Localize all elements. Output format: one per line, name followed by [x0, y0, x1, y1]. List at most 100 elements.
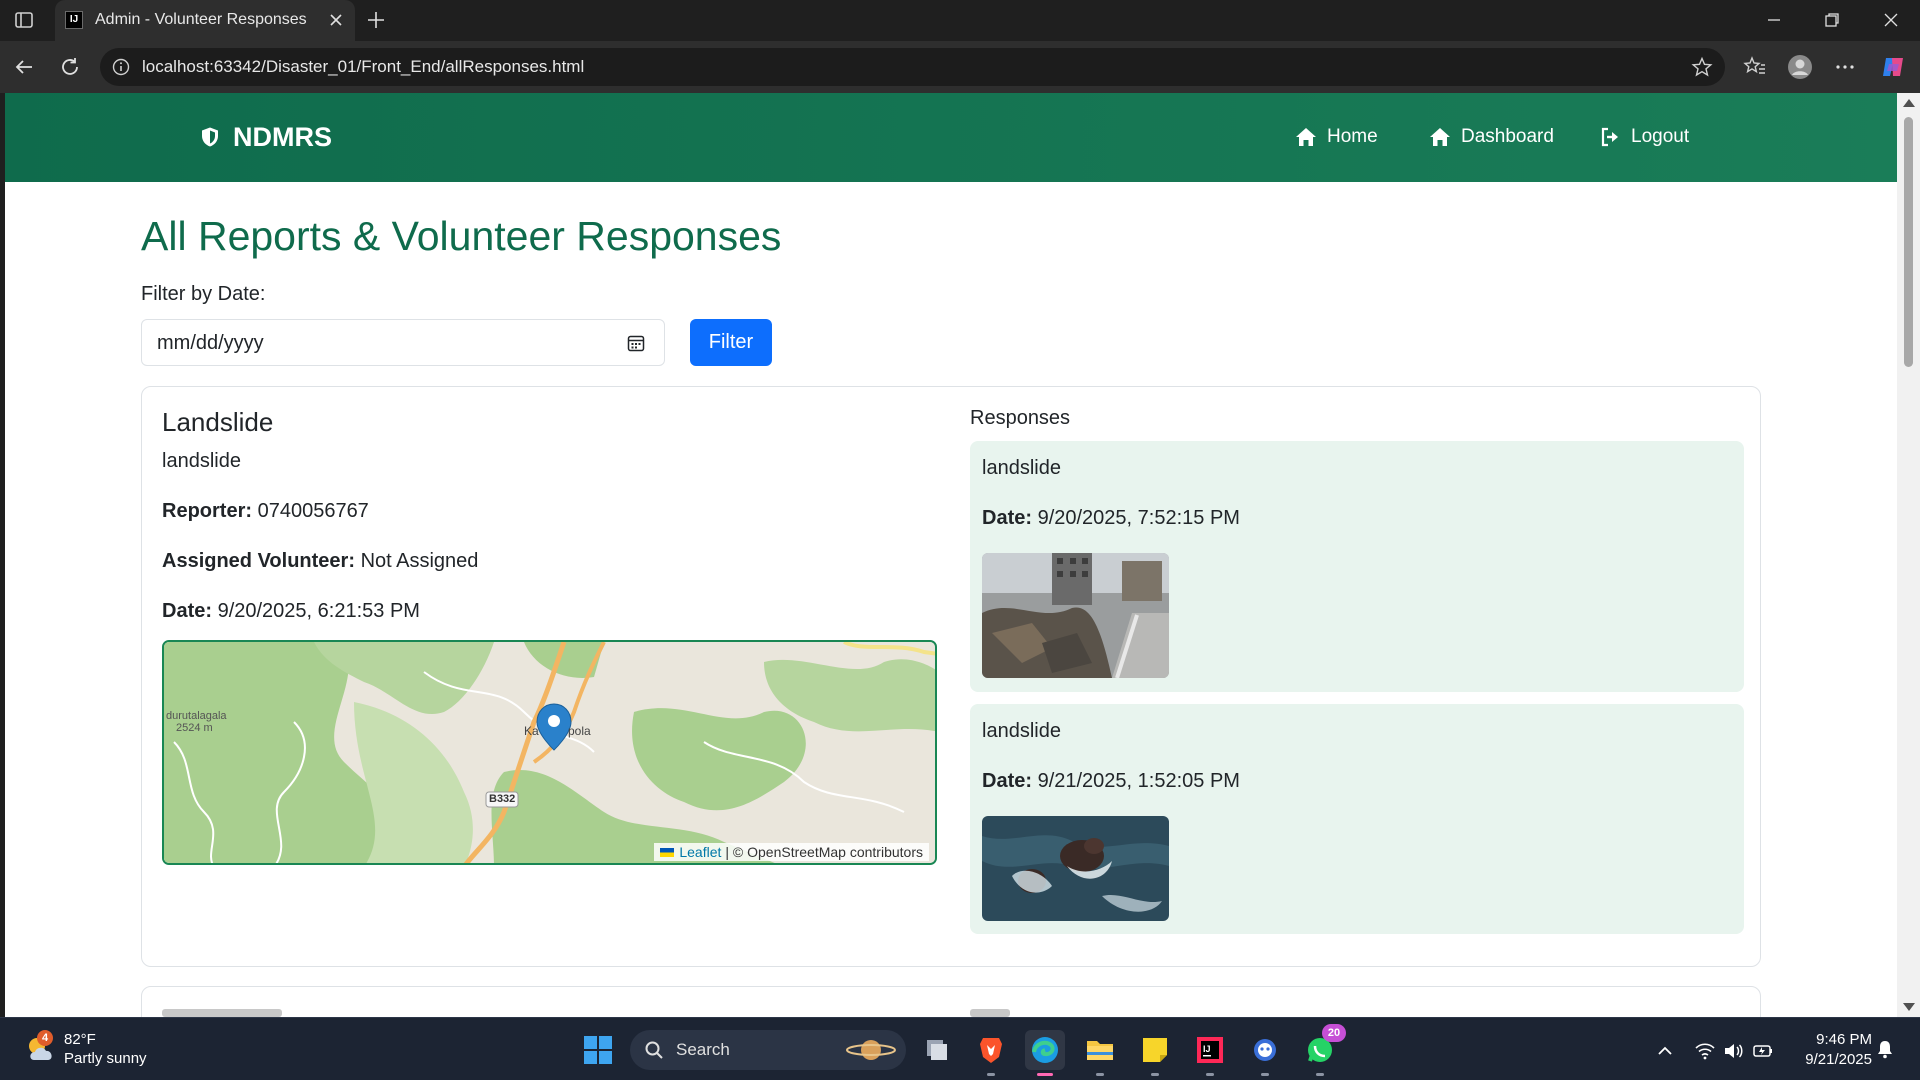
brave-browser-icon [980, 1038, 1002, 1063]
leaflet-link[interactable]: Leaflet [679, 844, 721, 860]
minimize-icon[interactable] [1764, 10, 1784, 30]
battery-icon[interactable] [1752, 1040, 1774, 1062]
rocks-in-sea-photo[interactable] [982, 816, 1169, 921]
wifi-icon[interactable] [1694, 1040, 1716, 1062]
volume-icon[interactable] [1722, 1040, 1744, 1062]
favorite-star-icon[interactable] [1691, 56, 1713, 78]
report-title-partial [162, 1009, 282, 1017]
url-text: localhost:63342/Disaster_01/Front_End/al… [142, 57, 585, 76]
site-navbar: NDMRS Home Dashboard Logout [5, 93, 1897, 182]
page-scrollbar[interactable] [1897, 93, 1920, 1017]
responses-heading: Responses [970, 407, 1071, 429]
map-attribution: Leaflet | © OpenStreetMap contributors [654, 843, 929, 861]
scroll-down-icon[interactable] [1903, 1003, 1915, 1011]
site-info-icon[interactable] [112, 58, 130, 76]
nav-link-dashboard[interactable]: Dashboard [1429, 125, 1554, 149]
new-tab-icon[interactable] [365, 9, 387, 31]
nav-link-label: Logout [1631, 126, 1690, 147]
intellij-favicon-icon: IJ [65, 11, 83, 29]
edge-browser-icon [1032, 1037, 1058, 1063]
profile-avatar-icon[interactable] [1787, 54, 1813, 80]
running-indicator [1261, 1073, 1269, 1076]
edge-app[interactable] [1025, 1030, 1065, 1076]
brave-app[interactable] [971, 1030, 1011, 1076]
filter-button[interactable]: Filter [690, 319, 772, 366]
clock-time: 9:46 PM [1816, 1031, 1872, 1048]
task-view-app[interactable] [916, 1030, 956, 1070]
intellij-app[interactable]: IJ [1190, 1030, 1230, 1076]
map-tiles [164, 642, 935, 863]
running-indicator [1316, 1073, 1324, 1076]
folder-icon [1087, 1041, 1113, 1060]
search-label: Search [676, 1040, 730, 1059]
map-label-town-start: Ka [524, 724, 539, 738]
reload-icon[interactable] [58, 55, 82, 79]
file-explorer-app[interactable] [1080, 1030, 1120, 1076]
chevron-up-icon[interactable] [1654, 1040, 1676, 1062]
response-date: Date: 9/20/2025, 7:52:15 PM [982, 507, 1240, 530]
brand-logo[interactable]: NDMRS [199, 121, 332, 153]
calendar-icon[interactable] [626, 333, 646, 353]
reporter-value: 0740056767 [257, 500, 369, 522]
map-label-elevation: 2524 m [176, 722, 213, 734]
location-map[interactable]: durutalagala 2524 m Ka pola B332 Leaflet… [162, 640, 937, 865]
weather-desc: Partly sunny [64, 1050, 147, 1067]
sticky-notes-app[interactable] [1135, 1030, 1175, 1076]
whatsapp-app[interactable]: 20 [1300, 1024, 1346, 1076]
taskbar-search[interactable]: Search [630, 1030, 906, 1070]
weather-widget[interactable]: 4 82°F Partly sunny [24, 1030, 147, 1068]
weather-text: 82°F Partly sunny [64, 1030, 147, 1068]
responses-heading-partial [970, 1009, 1010, 1017]
task-view-icon [927, 1040, 947, 1060]
running-indicator [1096, 1073, 1104, 1076]
favorites-icon[interactable] [1742, 54, 1768, 80]
report-date: Date: 9/20/2025, 6:21:53 PM [162, 600, 420, 623]
volunteer-value: Not Assigned [360, 550, 479, 572]
date-filter-input[interactable]: mm/dd/yyyy [141, 319, 665, 366]
nav-link-label: Home [1327, 126, 1378, 147]
weather-temp: 82°F [64, 1031, 96, 1048]
notification-bell-icon[interactable] [1874, 1038, 1896, 1060]
response-date-value: 9/21/2025, 1:52:05 PM [1037, 770, 1240, 792]
volunteer-label: Assigned Volunteer: [162, 550, 355, 572]
close-tab-icon[interactable] [325, 9, 347, 31]
running-indicator [1206, 1073, 1214, 1076]
partly-sunny-icon: 4 [24, 1030, 58, 1066]
report-reporter: Reporter: 0740056767 [162, 500, 369, 523]
response-date-value: 9/20/2025, 7:52:15 PM [1037, 507, 1240, 529]
running-indicator [1037, 1073, 1053, 1076]
whatsapp-unread-badge: 20 [1322, 1024, 1346, 1042]
scroll-up-icon[interactable] [1903, 99, 1915, 107]
response-item: landslide Date: 9/20/2025, 7:52:15 PM [970, 441, 1744, 692]
map-label-town-end: pola [568, 724, 591, 738]
date-label: Date: [162, 600, 213, 622]
browser-toolbar: localhost:63342/Disaster_01/Front_End/al… [0, 41, 1920, 93]
home-icon [1430, 128, 1450, 146]
nav-link-home[interactable]: Home [1295, 125, 1378, 149]
back-arrow-icon[interactable] [12, 55, 36, 79]
address-bar[interactable]: localhost:63342/Disaster_01/Front_End/al… [100, 48, 1725, 86]
close-window-icon[interactable] [1881, 10, 1901, 30]
response-date-label: Date: [982, 770, 1033, 792]
nav-link-logout[interactable]: Logout [1599, 125, 1689, 149]
assistant-app[interactable] [1245, 1030, 1285, 1076]
more-options-icon[interactable] [1832, 54, 1858, 80]
windows-start-icon[interactable] [582, 1034, 614, 1066]
copilot-icon[interactable] [1880, 54, 1906, 80]
map-label-peak: durutalagala [166, 710, 227, 722]
saturn-highlight-icon [846, 1040, 896, 1060]
tab-actions-icon[interactable] [14, 10, 34, 30]
browser-tab-active[interactable]: IJ Admin - Volunteer Responses [55, 0, 355, 41]
windows-taskbar: 4 82°F Partly sunny Search IJ 20 9:46 PM… [0, 1017, 1920, 1080]
restore-icon[interactable] [1822, 10, 1842, 30]
osm-attribution-text: | © OpenStreetMap contributors [725, 844, 923, 860]
intellij-icon: IJ [1197, 1037, 1223, 1063]
collapsed-building-photo[interactable] [982, 553, 1169, 678]
response-photo-image [982, 816, 1169, 921]
scroll-thumb[interactable] [1904, 117, 1913, 367]
brand-text: NDMRS [233, 121, 332, 152]
running-indicator [1151, 1073, 1159, 1076]
report-card [141, 986, 1761, 1017]
filter-label: Filter by Date: [141, 283, 266, 305]
system-clock[interactable]: 9:46 PM 9/21/2025 [1796, 1030, 1872, 1070]
